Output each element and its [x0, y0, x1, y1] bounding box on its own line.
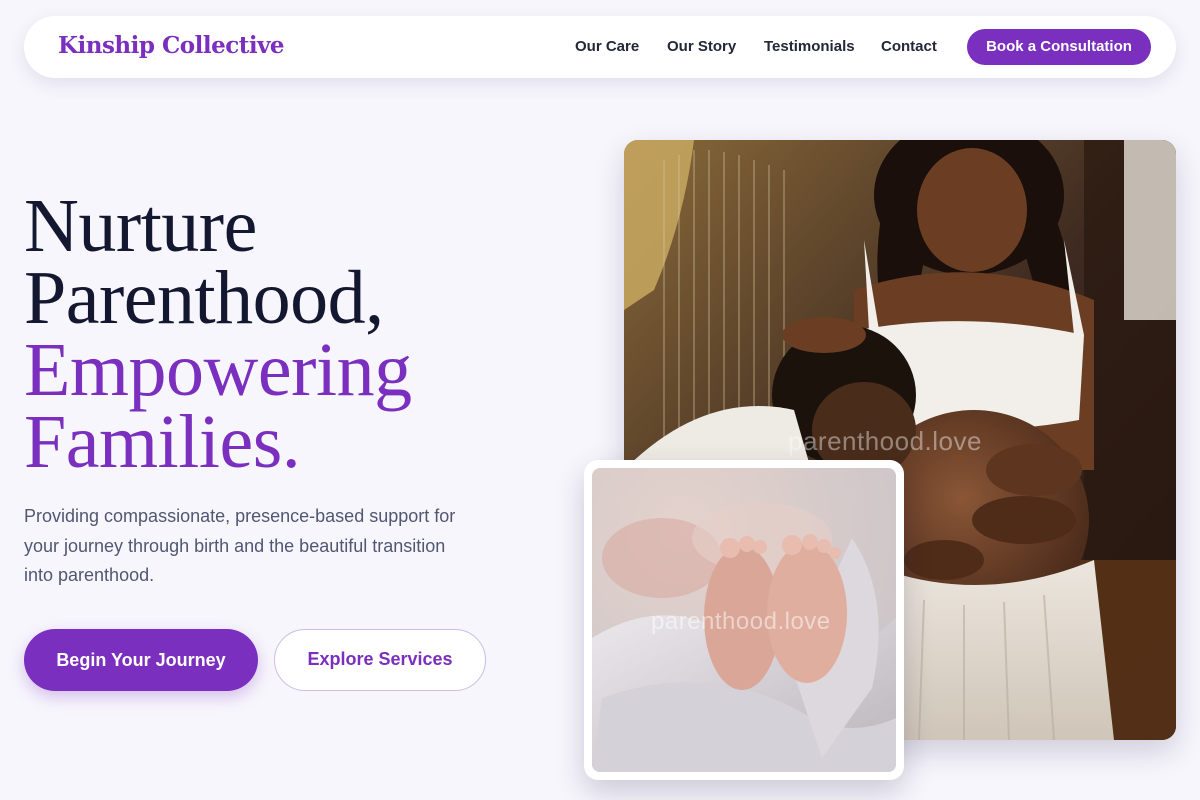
headline-line-1: Nurture	[24, 184, 257, 268]
hero-headline: Nurture Parenthood, Empowering Families.	[24, 184, 412, 484]
nav-link-our-care[interactable]: Our Care	[575, 38, 639, 55]
headline-line-2: Parenthood,	[24, 256, 384, 340]
baby-feet-illustration	[592, 468, 896, 772]
brand-logo[interactable]: Kinship Collective	[58, 32, 285, 59]
baby-photo-card: parenthood.love	[584, 460, 904, 780]
nav-link-testimonials[interactable]: Testimonials	[764, 38, 855, 55]
hero-subtitle: Providing compassionate, presence-based …	[24, 506, 456, 585]
top-navbar: Kinship Collective Our Care Our Story Te…	[24, 16, 1176, 78]
headline-accent-line-1: Empowering	[24, 328, 412, 412]
begin-journey-button[interactable]: Begin Your Journey	[24, 629, 258, 691]
book-consultation-button[interactable]: Book a Consultation	[967, 29, 1151, 65]
explore-services-button[interactable]: Explore Services	[274, 629, 486, 691]
headline-accent-line-2: Families.	[24, 400, 301, 484]
nav-link-our-story[interactable]: Our Story	[667, 38, 736, 55]
nav-link-contact[interactable]: Contact	[881, 38, 937, 55]
baby-feet-photo: parenthood.love	[592, 468, 896, 772]
